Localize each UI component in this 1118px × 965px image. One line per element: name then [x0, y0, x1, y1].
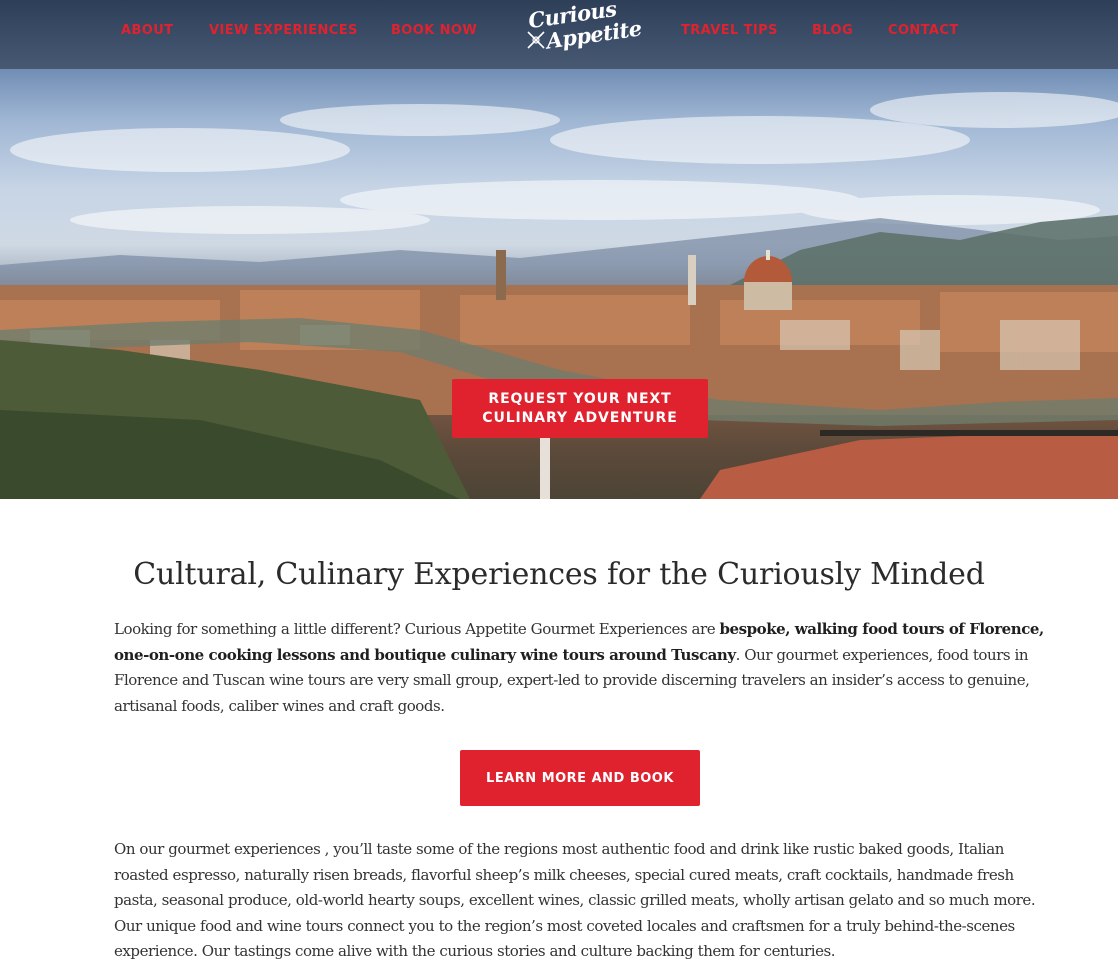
nav-blog-link[interactable]: BLOG [812, 22, 853, 40]
nav-about-link[interactable]: ABOUT [121, 22, 173, 40]
page-heading: Cultural, Culinary Experiences for the C… [133, 557, 985, 592]
intro-paragraph: Looking for something a little different… [114, 617, 1050, 719]
request-adventure-button[interactable]: REQUEST YOUR NEXT CULINARY ADVENTURE [452, 379, 708, 438]
curious-appetite-logo[interactable]: Curious Appetite [520, 0, 646, 60]
learn-more-book-label: LEARN MORE AND BOOK [486, 770, 674, 786]
nav-travel-tips-link[interactable]: TRAVEL TIPS [681, 22, 778, 40]
nav-view-experiences-link[interactable]: VIEW EXPERIENCES [209, 22, 358, 40]
request-adventure-line1: REQUEST YOUR NEXT [488, 390, 672, 407]
fork-whisk-icon [527, 31, 545, 49]
request-adventure-label: REQUEST YOUR NEXT CULINARY ADVENTURE [475, 390, 685, 428]
learn-more-book-button[interactable]: LEARN MORE AND BOOK [460, 750, 700, 806]
nav-book-now-link[interactable]: BOOK NOW [391, 22, 477, 40]
request-adventure-line2: CULINARY ADVENTURE [482, 409, 678, 426]
experiences-paragraph: On our gourmet experiences , you’ll tast… [114, 840, 1036, 961]
top-navbar: ABOUT VIEW EXPERIENCES BOOK NOW Curious … [0, 0, 1118, 69]
nav-contact-link[interactable]: CONTACT [888, 22, 959, 40]
intro-text-start: Looking for something a little different… [114, 620, 720, 638]
